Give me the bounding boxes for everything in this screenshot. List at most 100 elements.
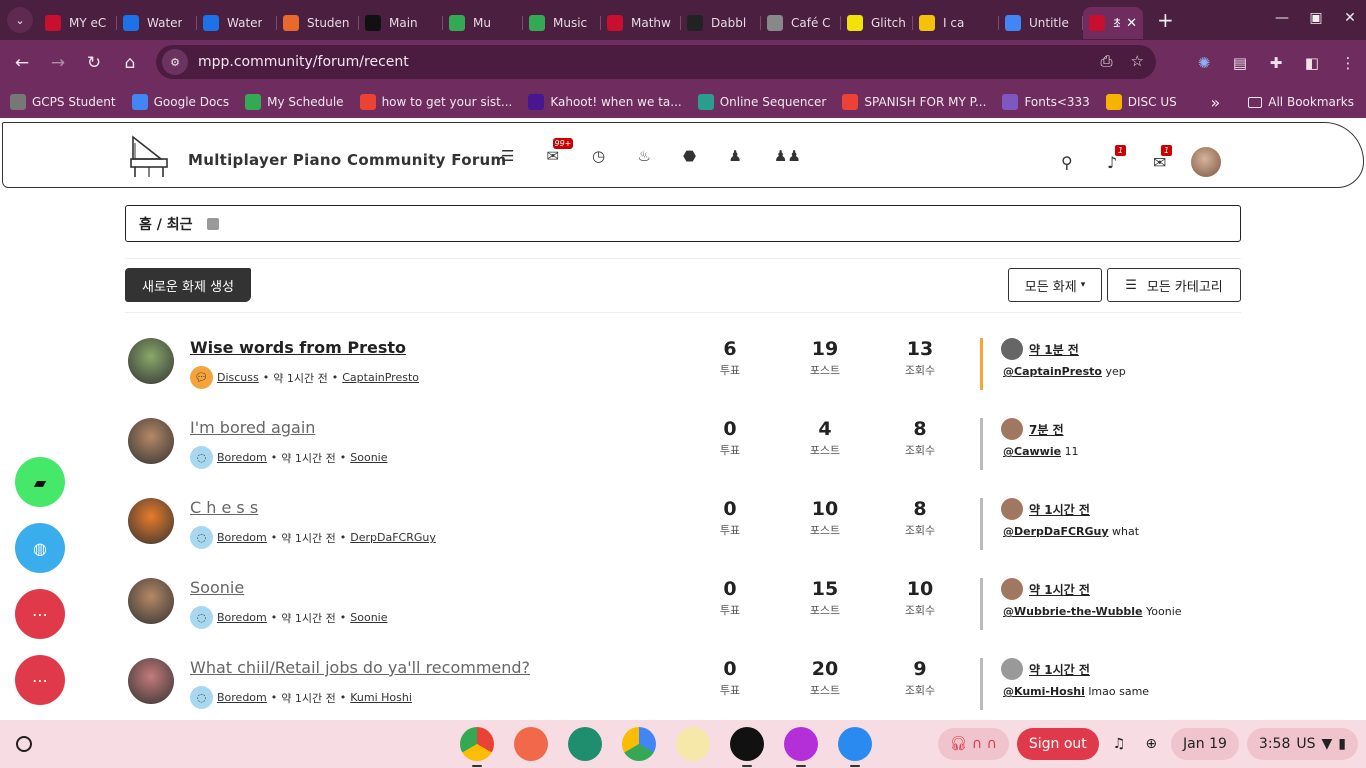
author-link[interactable]: Soonie [350, 611, 387, 624]
author-link[interactable]: Soonie [350, 451, 387, 464]
url-text[interactable]: mpp.community/forum/recent [198, 54, 409, 70]
browser-tab[interactable]: Glitch [841, 7, 913, 39]
bookmark-item[interactable]: Kahoot! when we ta... [528, 94, 682, 110]
categories-icon[interactable]: ☰ [501, 147, 547, 165]
reply-user-link[interactable]: @CaptainPresto [1003, 365, 1102, 378]
author-link[interactable]: CaptainPresto [342, 371, 419, 384]
browser-tab[interactable]: Mu [443, 7, 523, 39]
browser-tab[interactable]: I ca [913, 7, 999, 39]
bookmark-item[interactable]: Google Docs [131, 94, 229, 110]
topic-author-avatar[interactable] [128, 658, 174, 704]
reply-user-avatar[interactable] [1001, 338, 1023, 360]
topic-title-link[interactable]: What chiil/Retail jobs do ya'll recommen… [190, 658, 530, 677]
reply-user-link[interactable]: @Cawwie [1003, 445, 1061, 458]
bookmark-item[interactable]: Online Sequencer [697, 94, 826, 110]
site-info-icon[interactable]: ⚙ [162, 49, 188, 75]
search-icon[interactable]: ⚲ [1061, 153, 1107, 172]
rss-icon[interactable] [206, 217, 219, 230]
close-window-icon[interactable]: ✕ [1334, 10, 1366, 26]
topic-author-avatar[interactable] [128, 578, 174, 624]
users-icon[interactable]: ♟ [729, 147, 775, 165]
address-bar[interactable]: ⚙ mpp.community/forum/recent ⎙ ☆ [156, 45, 1156, 79]
author-link[interactable]: DerpDaFCRGuy [350, 531, 436, 544]
topic-author-avatar[interactable] [128, 498, 174, 544]
reload-icon[interactable]: ↻ [76, 45, 112, 81]
bookmark-item[interactable]: SPANISH FOR MY P... [842, 94, 986, 110]
category-link[interactable]: Boredom [217, 691, 267, 704]
category-link[interactable]: Discuss [217, 371, 259, 384]
planet-app-icon[interactable] [730, 727, 764, 767]
extension-reader-icon[interactable]: ▤ [1222, 54, 1258, 72]
browser-tab[interactable]: Dabbl [681, 7, 761, 39]
install-app-icon[interactable]: ⎙ [1101, 52, 1113, 70]
reply-user-link[interactable]: @DerpDaFCRGuy [1003, 525, 1109, 538]
forward-icon[interactable]: → [40, 45, 76, 81]
browser-tab[interactable]: Main [359, 7, 443, 39]
browser-tab[interactable]: Studen [277, 7, 359, 39]
browser-tab[interactable]: Untitle [999, 7, 1083, 39]
menu-kebab-icon[interactable]: ⋮ [1330, 54, 1366, 72]
last-reply-time[interactable]: 약 1분 전 [1029, 341, 1079, 358]
date-pill[interactable]: Jan 19 [1171, 728, 1239, 760]
reply-user-link[interactable]: @Wubbrie-the-Wubble [1003, 605, 1143, 618]
category-link[interactable]: Boredom [217, 531, 267, 544]
canvas-paint-app-icon[interactable] [514, 727, 548, 761]
bookmark-item[interactable]: My Schedule [245, 94, 344, 110]
topic-title-link[interactable]: Wise words from Presto [190, 338, 406, 357]
groups-icon[interactable]: ♟♟ [774, 147, 820, 165]
topic-title-link[interactable]: Soonie [190, 578, 244, 597]
bookmark-item[interactable]: Fonts<333 [1002, 94, 1090, 110]
topic-author-avatar[interactable] [128, 418, 174, 464]
new-topic-button[interactable]: 새로운 화제 생성 [125, 268, 251, 302]
popular-fire-icon[interactable]: ♨ [638, 147, 684, 165]
topic-title-link[interactable]: I'm bored again [190, 418, 315, 437]
classroom-app-icon[interactable] [568, 727, 602, 761]
status-area[interactable]: 3:58 US ▼ ▮ [1246, 728, 1358, 760]
headphones-icon[interactable]: 🎧︎ ∩ ∩ [937, 728, 1009, 760]
last-reply-time[interactable]: 약 1시간 전 [1029, 661, 1090, 678]
browser-tab[interactable]: 최 ✕ [1083, 7, 1143, 39]
bookmark-item[interactable]: GCPS Student [10, 94, 116, 110]
reply-user-avatar[interactable] [1001, 418, 1023, 440]
all-bookmarks-folder[interactable]: All Bookmarks [1230, 95, 1354, 109]
extensions-puzzle-icon[interactable]: ✚ [1258, 54, 1294, 72]
floating-chat-button[interactable]: ⋯ [15, 589, 65, 639]
topic-author-avatar[interactable] [128, 338, 174, 384]
topic-filter-dropdown[interactable]: 모든 화제 ▾ [1008, 268, 1102, 302]
media-queue-icon[interactable]: ♫ [1107, 728, 1132, 760]
last-reply-time[interactable]: 7분 전 [1029, 421, 1064, 438]
browser-tab[interactable]: Café C [761, 7, 841, 39]
tags-icon[interactable]: ⬣ [683, 147, 729, 165]
floating-folder-button[interactable]: ▰ [15, 457, 65, 507]
browser-tab[interactable]: MY eC [39, 7, 117, 39]
piano-logo[interactable] [127, 133, 171, 179]
last-reply-time[interactable]: 약 1시간 전 [1029, 581, 1090, 598]
reply-user-avatar[interactable] [1001, 498, 1023, 520]
drive-app-icon[interactable] [622, 727, 656, 761]
floating-globe-button[interactable]: ◍ [15, 523, 65, 573]
minimize-icon[interactable]: — [1266, 10, 1298, 26]
add-icon[interactable]: ⊕ [1139, 728, 1163, 760]
chrome-app-icon[interactable] [460, 727, 494, 767]
screencast-app-icon[interactable] [784, 727, 818, 767]
new-tab-button[interactable]: + [1157, 8, 1174, 32]
maximize-icon[interactable]: ▣ [1300, 10, 1332, 26]
bookmark-item[interactable]: DISC US [1105, 94, 1177, 110]
files-app-icon[interactable] [838, 727, 872, 767]
floating-chat-button[interactable]: ⋯ [15, 655, 65, 705]
launcher-icon[interactable] [16, 736, 32, 752]
reply-user-avatar[interactable] [1001, 578, 1023, 600]
sign-out-button[interactable]: Sign out [1016, 728, 1099, 760]
recent-clock-icon[interactable]: ◷ [592, 147, 638, 165]
last-reply-time[interactable]: 약 1시간 전 [1029, 501, 1090, 518]
category-filter-dropdown[interactable]: ☰ 모든 카테고리 [1107, 268, 1241, 302]
keep-app-icon[interactable] [676, 727, 710, 761]
author-link[interactable]: Kumi Hoshi [350, 691, 412, 704]
browser-tab[interactable]: Water [117, 7, 197, 39]
reply-user-avatar[interactable] [1001, 658, 1023, 680]
notifications-bell-icon[interactable]: ♪ 1 [1107, 144, 1153, 172]
bookmarks-overflow-icon[interactable]: » [1210, 93, 1220, 112]
side-panel-icon[interactable]: ◧ [1294, 54, 1330, 72]
chats-icon[interactable]: ✉ 99+ [547, 138, 593, 165]
topic-title-link[interactable]: C h e s s [190, 498, 258, 517]
